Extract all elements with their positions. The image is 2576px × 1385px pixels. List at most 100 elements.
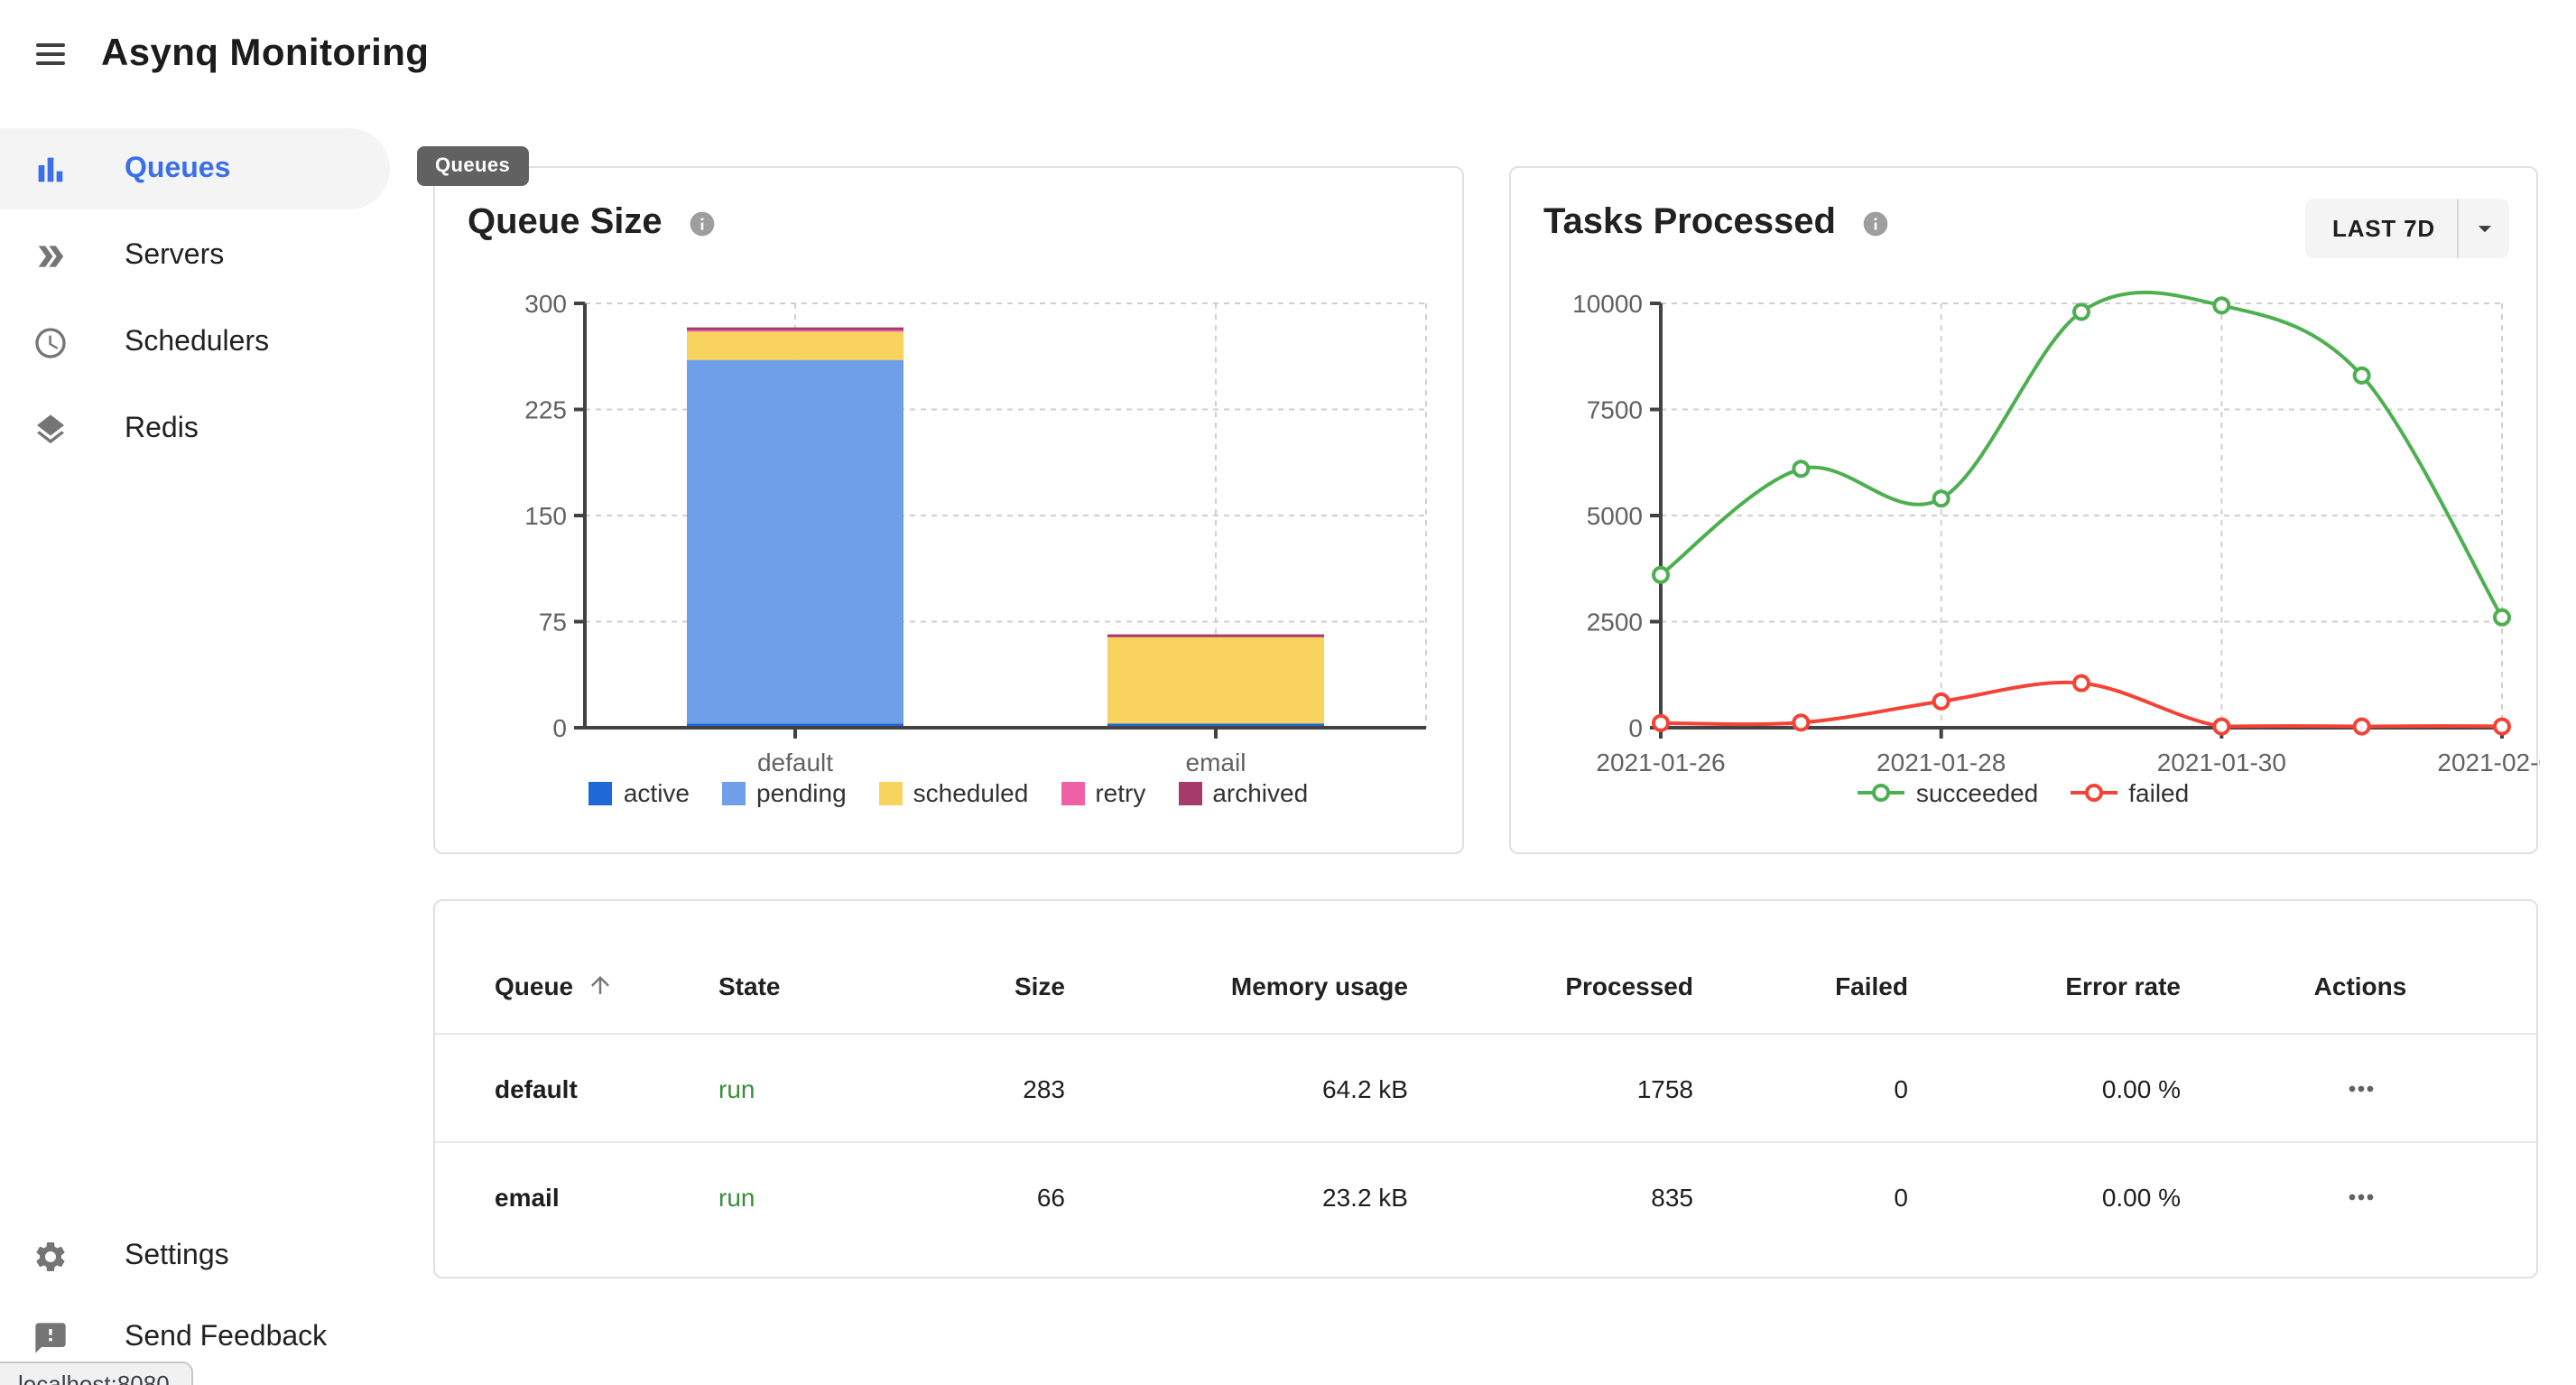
legend-swatch [879,781,903,804]
queue-state: run [661,1074,868,1102]
sidebar-item-label: Settings [125,1240,229,1272]
tasks-processed-legend: succeeded failed [1511,778,2536,807]
legend-item-failed[interactable]: failed [2071,778,2189,807]
tasks-processed-title: Tasks Processed [1543,202,1836,244]
queue-link[interactable]: email [435,1183,661,1212]
legend-swatch [589,781,613,804]
legend-item-scheduled[interactable]: scheduled [879,778,1029,807]
sidebar-item-label: Queues [125,153,230,185]
legend-label: succeeded [1916,778,2038,807]
table-header-row: Queue State Size Memory usage Processed … [435,901,2536,1035]
table-row: default run 283 64.2 kB 1758 0 0.00 % [435,1035,2536,1143]
svg-text:300: 300 [524,290,567,318]
legend-item-archived[interactable]: archived [1178,778,1308,807]
svg-text:5000: 5000 [1587,502,1643,530]
queues-table-card: Queue State Size Memory usage Processed … [433,899,2538,1278]
failed-value: 0 [1693,1074,1908,1102]
legend-label: scheduled [913,778,1029,807]
asynq-monitoring-app: Asynq Monitoring Queues Servers Schedule… [0,0,2576,1385]
queue-size-card: Queue Size 075150225300defaultemail acti… [433,166,1464,854]
date-range-label: LAST 7D [2305,215,2457,242]
memory-usage-value: 64.2 kB [1065,1074,1408,1102]
column-header-queue[interactable]: Queue [435,971,661,999]
sidebar-item-servers[interactable]: Servers [0,215,390,296]
sort-asc-icon [586,971,613,999]
legend-label: failed [2128,778,2189,807]
sidebar: Queues Servers Schedulers Redis Settings [0,128,390,475]
error-rate-value: 0.00 % [1908,1183,2181,1212]
sidebar-item-label: Servers [125,239,224,272]
more-horiz-icon [2342,1070,2378,1106]
info-icon[interactable] [688,209,717,237]
legend-item-succeeded[interactable]: succeeded [1858,778,2038,807]
column-header-memory-usage[interactable]: Memory usage [1065,971,1408,999]
queue-state: run [661,1183,868,1212]
legend-swatch [1178,781,1201,804]
legend-label: pending [756,778,847,807]
column-header-processed[interactable]: Processed [1408,971,1693,999]
column-header-state[interactable]: State [661,971,868,999]
svg-text:225: 225 [524,396,567,424]
tasks-processed-card: Tasks Processed LAST 7D 0 2500 5000 7500 100… [1509,166,2538,854]
gear-icon [32,1238,125,1274]
sidebar-item-schedulers[interactable]: Schedulers [0,302,390,383]
sidebar-item-label: Redis [125,413,199,445]
menu-button[interactable] [23,29,85,79]
status-bar-url: localhost:8080 [0,1362,193,1385]
column-header-actions: Actions [2181,971,2540,999]
svg-text:2021-01-26: 2021-01-26 [1596,748,1725,776]
svg-text:0: 0 [1628,714,1643,742]
date-range-button[interactable]: LAST 7D [2305,199,2509,258]
caret-down-icon[interactable] [2459,213,2509,244]
feedback-icon [32,1319,125,1355]
tasks-processed-chart: 0 2500 5000 7500 10000 2021-01-26 2021-01-28 20… [1511,168,2540,856]
legend-marker [2071,782,2117,804]
queue-size-title: Queue Size [468,202,663,244]
column-header-error-rate[interactable]: Error rate [1908,971,2181,999]
nav-tooltip: Queues [417,146,528,186]
svg-text:2500: 2500 [1587,609,1643,637]
svg-text:0: 0 [552,714,567,742]
svg-text:2021-02-01: 2021-02-01 [2437,748,2540,776]
double-arrow-icon [32,237,125,274]
column-header-failed[interactable]: Failed [1693,971,1908,999]
svg-text:2021-01-28: 2021-01-28 [1876,748,2006,776]
processed-value: 835 [1408,1183,1693,1212]
actions-menu-button[interactable] [2335,1063,2386,1113]
legend-marker [1858,782,1905,804]
legend-label: archived [1212,778,1308,807]
queue-size-value: 66 [868,1183,1065,1212]
svg-text:150: 150 [524,502,567,530]
bar-chart-icon [32,151,125,187]
processed-value: 1758 [1408,1074,1693,1102]
sidebar-item-queues[interactable]: Queues [0,128,390,209]
legend-item-pending[interactable]: pending [722,778,847,807]
app-title: Asynq Monitoring [101,33,429,76]
clock-icon [32,324,125,360]
column-header-size[interactable]: Size [868,971,1065,999]
table-row: email run 66 23.2 kB 835 0 0.00 % [435,1143,2536,1251]
sidebar-item-redis[interactable]: Redis [0,388,390,469]
svg-text:10000: 10000 [1572,290,1643,318]
legend-swatch [722,781,746,804]
legend-swatch [1061,781,1084,804]
sidebar-item-label: Schedulers [125,326,269,358]
svg-text:default: default [757,748,833,776]
error-rate-value: 0.00 % [1908,1074,2181,1102]
sidebar-item-label: Send Feedback [125,1321,327,1353]
info-icon[interactable] [1861,209,1890,237]
actions-menu-button[interactable] [2335,1172,2386,1222]
memory-usage-value: 23.2 kB [1065,1183,1408,1212]
svg-text:7500: 7500 [1587,396,1643,424]
more-horiz-icon [2342,1179,2378,1215]
svg-text:2021-01-30: 2021-01-30 [2157,748,2286,776]
failed-value: 0 [1693,1183,1908,1212]
legend-item-active[interactable]: active [589,778,690,807]
sidebar-item-settings[interactable]: Settings [0,1215,422,1297]
queue-size-chart: 075150225300defaultemail [435,168,1466,856]
queue-link[interactable]: default [435,1074,661,1102]
queue-size-value: 283 [868,1074,1065,1102]
legend-label: active [624,778,690,807]
queue-size-legend: active pending scheduled retry archived [435,778,1462,807]
legend-item-retry[interactable]: retry [1061,778,1145,807]
